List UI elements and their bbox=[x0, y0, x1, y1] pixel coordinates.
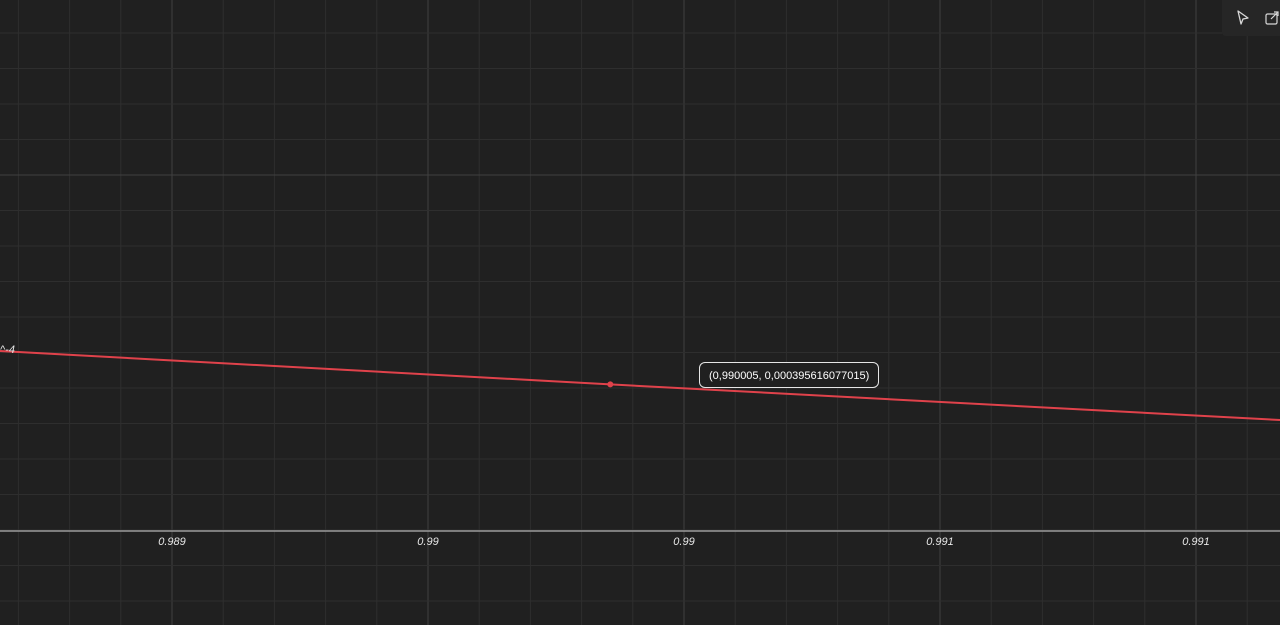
highlighted-point[interactable] bbox=[607, 381, 614, 388]
graph-plot[interactable]: 0.989 0.99 0.99 0.991 0.991 bbox=[0, 0, 1280, 625]
share-icon[interactable] bbox=[1263, 7, 1280, 29]
series-line[interactable] bbox=[0, 350, 1280, 421]
x-tick-label: 0.991 bbox=[1182, 536, 1210, 548]
x-tick-label: 0.99 bbox=[417, 536, 438, 548]
x-tick-label: 0.99 bbox=[673, 536, 694, 548]
point-tooltip: (0,990005, 0,000395616077015) bbox=[699, 362, 880, 388]
x-tick-label: 0.989 bbox=[158, 536, 186, 548]
cursor-icon[interactable] bbox=[1234, 7, 1251, 29]
graph-toolbar bbox=[1222, 0, 1280, 36]
x-tick-label: 0.991 bbox=[926, 536, 954, 548]
x-tick-labels: 0.989 0.99 0.99 0.991 0.991 bbox=[158, 536, 1210, 548]
y-tick-label: ^-4 bbox=[0, 344, 15, 356]
series bbox=[0, 350, 1280, 421]
